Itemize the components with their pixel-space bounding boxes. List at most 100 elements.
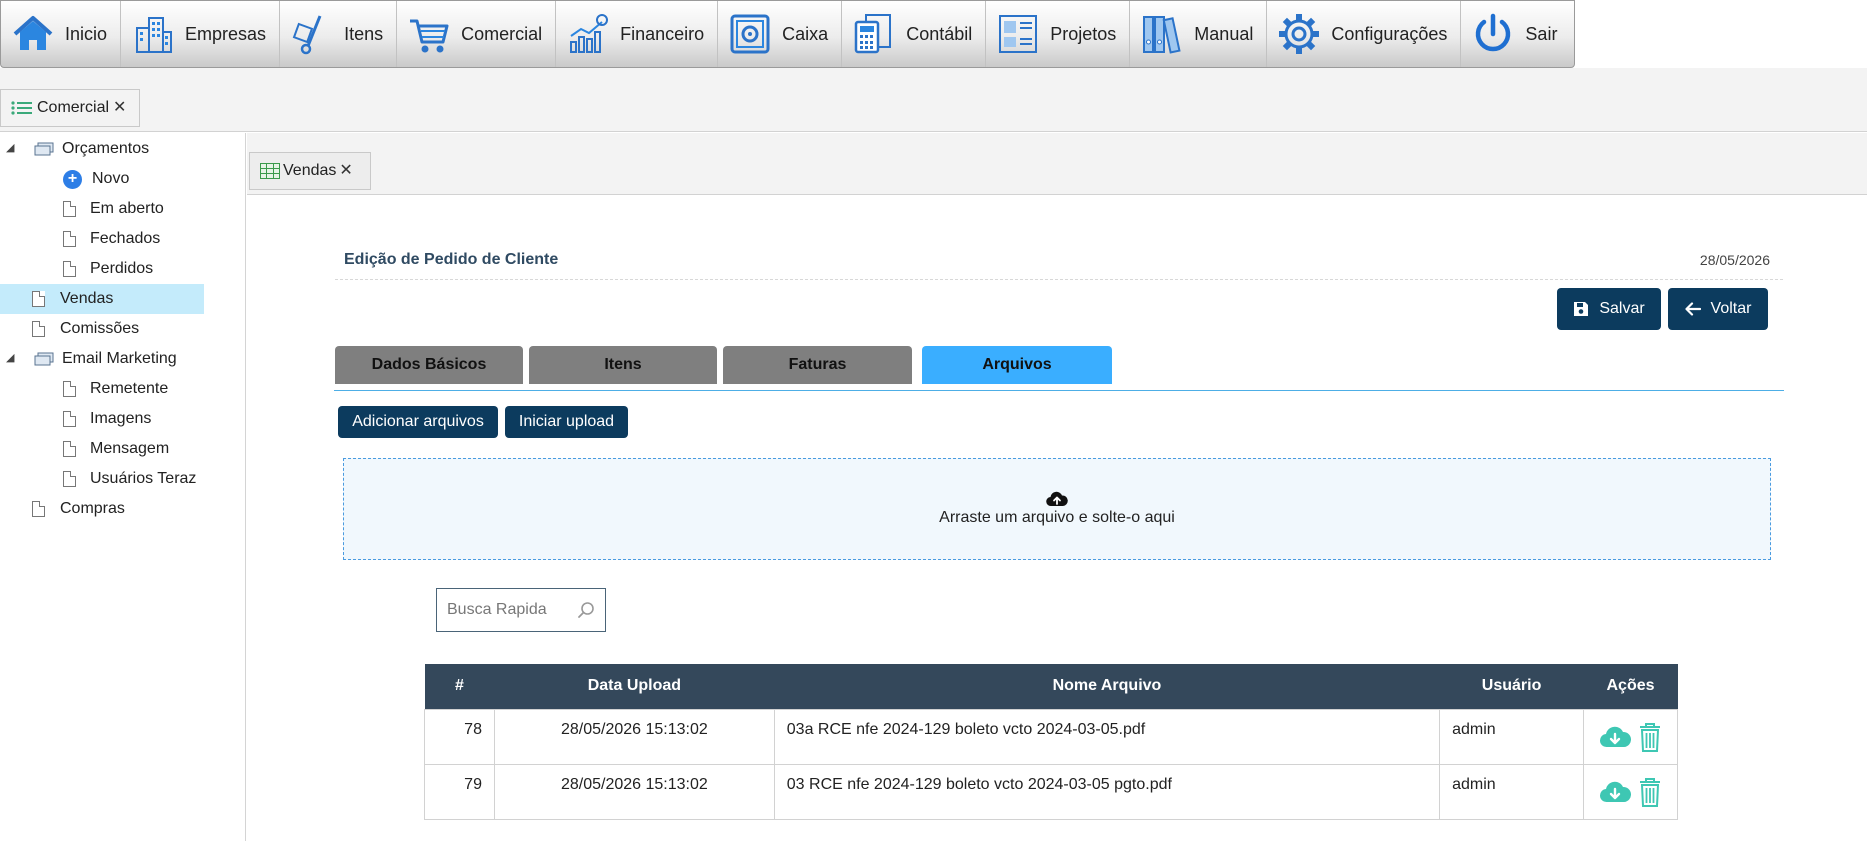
menu-item-contabil[interactable]: Contábil	[842, 1, 987, 67]
document-icon	[63, 471, 76, 487]
tab-underline	[334, 390, 1784, 391]
menu-item-projetos[interactable]: Projetos	[986, 1, 1131, 67]
power-icon	[1476, 13, 1511, 52]
menu-item-sair[interactable]: Sair	[1461, 1, 1570, 67]
menu-item-comercial[interactable]: Comercial	[397, 1, 557, 67]
cell-file-name: 03 RCE nfe 2024-129 boleto vcto 2024-03-…	[773, 763, 1441, 820]
column-header-id[interactable]: #	[424, 664, 495, 709]
cell-date: 28/05/2026 15:13:02	[493, 708, 775, 765]
tab-comercial[interactable]: Comercial ✕	[0, 89, 140, 127]
menu-label: Contábil	[906, 23, 973, 44]
menu-item-financeiro[interactable]: Financeiro	[556, 1, 719, 67]
tab-dados-basicos[interactable]: Dados Básicos	[335, 346, 523, 384]
tree-item-label: Em aberto	[90, 200, 164, 217]
menu-label: Comercial	[461, 23, 543, 44]
cloud-download-icon[interactable]	[1599, 725, 1632, 749]
files-table: # Data Upload Nome Arquivo Usuário Ações…	[424, 664, 1678, 820]
document-icon	[63, 201, 76, 217]
home-icon	[13, 16, 53, 50]
cell-user: admin	[1439, 708, 1585, 765]
tree-item-orcamentos[interactable]: ◢ Orçamentos	[0, 134, 204, 164]
search-icon[interactable]	[577, 601, 595, 619]
tree-item-perdidos[interactable]: Perdidos	[0, 254, 204, 284]
hand-truck-icon	[292, 15, 322, 55]
table-row: 79 28/05/2026 15:13:02 03 RCE nfe 2024-1…	[424, 763, 1678, 820]
menu-label: Manual	[1194, 23, 1254, 44]
tab-faturas[interactable]: Faturas	[723, 346, 912, 384]
menu-item-empresas[interactable]: Empresas	[121, 1, 281, 67]
back-label: Voltar	[1710, 300, 1752, 317]
close-icon[interactable]: ✕	[113, 100, 126, 116]
tree-item-label: Fechados	[90, 230, 161, 247]
tree-item-em-aberto[interactable]: Em aberto	[0, 194, 204, 224]
menu-item-caixa[interactable]: Caixa	[718, 1, 843, 67]
tree-item-label: Mensagem	[90, 440, 170, 457]
expand-arrow-icon[interactable]: ◢	[6, 351, 14, 364]
save-button[interactable]: Salvar	[1557, 288, 1661, 330]
tree-item-label: Orçamentos	[62, 140, 150, 157]
cell-user: admin	[1439, 763, 1585, 820]
document-icon	[63, 441, 76, 457]
tree-item-comissoes[interactable]: Comissões	[0, 314, 204, 344]
folder-icon	[34, 352, 54, 366]
expand-arrow-icon[interactable]: ◢	[6, 141, 14, 154]
search-input[interactable]	[447, 601, 572, 619]
menu-label: Financeiro	[620, 23, 705, 44]
column-header-user[interactable]: Usuário	[1439, 664, 1584, 709]
quick-search[interactable]	[436, 588, 606, 632]
menu-item-itens[interactable]: Itens	[280, 1, 398, 67]
menu-label: Sair	[1525, 23, 1558, 44]
page-date: 28/05/2026	[1699, 252, 1770, 268]
menu-label: Itens	[344, 23, 384, 44]
cell-id: 78	[424, 708, 495, 765]
menu-label: Empresas	[185, 23, 267, 44]
tree-item-novo[interactable]: + Novo	[0, 164, 204, 194]
column-header-file-name[interactable]: Nome Arquivo	[774, 664, 1440, 709]
buildings-icon	[136, 17, 173, 53]
start-upload-button[interactable]: Iniciar upload	[505, 406, 628, 438]
shopping-cart-icon	[410, 19, 449, 53]
tree-item-remetente[interactable]: Remetente	[0, 374, 204, 404]
tree-item-mensagem[interactable]: Mensagem	[0, 434, 204, 464]
document-icon	[32, 321, 45, 337]
cell-id: 79	[424, 763, 495, 820]
cloud-upload-icon	[1046, 491, 1068, 507]
tree-item-imagens[interactable]: Imagens	[0, 404, 204, 434]
menu-label: Configurações	[1331, 23, 1448, 44]
drop-zone-text: Arraste um arquivo e solte-o aqui	[939, 509, 1175, 526]
column-header-date[interactable]: Data Upload	[494, 664, 775, 709]
table-header-row: # Data Upload Nome Arquivo Usuário Ações	[424, 664, 1678, 709]
cell-actions	[1583, 763, 1678, 820]
trash-icon[interactable]	[1638, 721, 1662, 753]
close-icon[interactable]: ✕	[339, 163, 352, 179]
sidebar-tree: ◢ Orçamentos + Novo Em aberto Fechados P…	[0, 133, 246, 841]
content-area: Vendas ✕ Edição de Pedido de Cliente 28/…	[247, 133, 1867, 841]
add-files-button[interactable]: Adicionar arquivos	[338, 406, 498, 438]
arrow-left-icon	[1684, 302, 1701, 316]
list-icon	[11, 101, 32, 115]
tree-item-vendas[interactable]: Vendas	[0, 284, 204, 314]
tree-item-label: Imagens	[90, 410, 152, 427]
tree-item-usuarios-teraz[interactable]: Usuários Teraz	[0, 464, 204, 494]
menu-item-manual[interactable]: Manual	[1130, 1, 1268, 67]
back-button[interactable]: Voltar	[1668, 288, 1768, 330]
trash-icon[interactable]	[1638, 776, 1662, 808]
menu-item-configuracoes[interactable]: Configurações	[1267, 1, 1462, 67]
cloud-download-icon[interactable]	[1599, 780, 1632, 804]
header-divider	[335, 279, 1783, 280]
file-drop-zone[interactable]: Arraste um arquivo e solte-o aqui	[343, 458, 1771, 560]
tab-label: Comercial	[37, 99, 110, 116]
tree-item-label: Novo	[92, 170, 130, 187]
tree-item-compras[interactable]: Compras	[0, 494, 204, 524]
tree-item-email-marketing[interactable]: ◢ Email Marketing	[0, 344, 204, 374]
tree-item-fechados[interactable]: Fechados	[0, 224, 204, 254]
gear-icon	[1279, 14, 1320, 54]
top-strip	[0, 68, 1867, 132]
plus-circle-icon: +	[63, 169, 82, 189]
tab-itens[interactable]: Itens	[529, 346, 717, 384]
table-row: 78 28/05/2026 15:13:02 03a RCE nfe 2024-…	[424, 708, 1678, 765]
tab-arquivos[interactable]: Arquivos	[922, 346, 1112, 384]
tab-vendas[interactable]: Vendas ✕	[249, 152, 371, 190]
finance-chart-icon	[570, 14, 609, 53]
menu-item-inicio[interactable]: Inicio	[1, 1, 122, 67]
